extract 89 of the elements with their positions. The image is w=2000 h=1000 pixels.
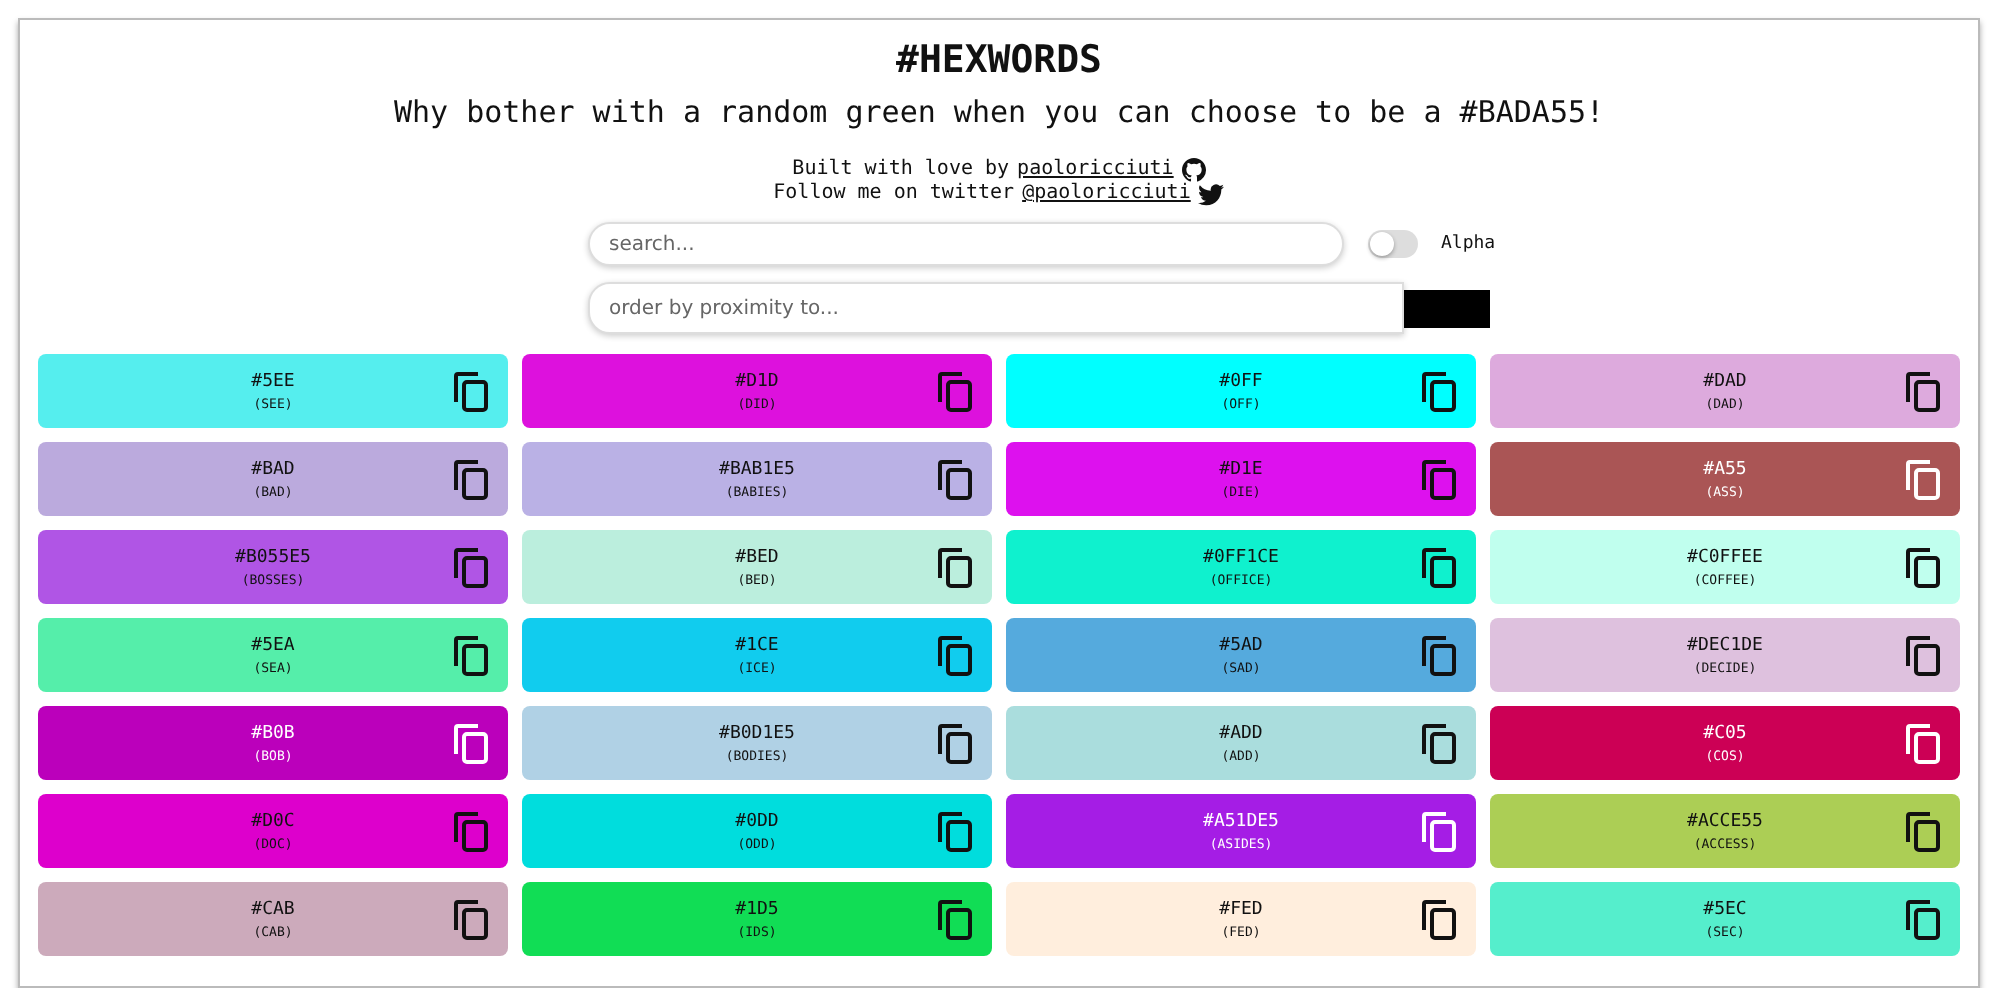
copy-icon xyxy=(938,460,974,500)
copy-icon xyxy=(1422,812,1458,852)
twitter-link[interactable]: @paoloricciuti xyxy=(1022,182,1191,206)
hex-code: #FED xyxy=(1219,897,1263,921)
alpha-toggle[interactable] xyxy=(1367,230,1417,258)
hex-code: #C0FFEE xyxy=(1687,545,1763,569)
copy-button[interactable] xyxy=(938,724,974,764)
bird-icon xyxy=(1198,183,1225,205)
hex-code: #BED xyxy=(735,545,779,569)
copy-icon xyxy=(1906,548,1942,588)
copy-icon xyxy=(938,548,974,588)
copy-icon xyxy=(1422,636,1458,676)
hex-code: #5EE xyxy=(251,369,295,393)
copy-icon xyxy=(1422,900,1458,940)
copy-icon xyxy=(938,372,974,412)
hex-code: #BAD xyxy=(251,457,295,481)
copy-icon xyxy=(938,812,974,852)
copy-icon xyxy=(1422,724,1458,764)
copy-icon xyxy=(1422,460,1458,500)
hex-code: #5EC xyxy=(1703,897,1747,921)
copy-button[interactable] xyxy=(1906,812,1942,852)
copy-button[interactable] xyxy=(1906,372,1942,412)
hex-code: #0DD xyxy=(735,809,779,833)
copy-button[interactable] xyxy=(1906,636,1942,676)
hex-code: #DAD xyxy=(1703,369,1747,393)
copy-button[interactable] xyxy=(938,548,974,588)
hex-code: #A51DE5 xyxy=(1203,809,1279,833)
hex-code: #5AD xyxy=(1219,633,1263,657)
copy-button[interactable] xyxy=(1906,900,1942,940)
github-icon xyxy=(1181,158,1206,182)
copy-button[interactable] xyxy=(454,900,490,940)
search-field[interactable]: search... xyxy=(587,222,1343,266)
copy-icon xyxy=(938,636,974,676)
copy-icon xyxy=(454,372,490,412)
copy-button[interactable] xyxy=(1422,636,1458,676)
hex-code: #A55 xyxy=(1703,457,1747,481)
copy-button[interactable] xyxy=(454,636,490,676)
copy-icon xyxy=(454,724,490,764)
hex-code: #ADD xyxy=(1219,721,1263,745)
copy-icon xyxy=(938,900,974,940)
copy-icon xyxy=(1906,724,1942,764)
copy-button[interactable] xyxy=(938,812,974,852)
copy-button[interactable] xyxy=(938,636,974,676)
tagline: Why bother with a random green when you can choose to be a #BADA55! xyxy=(393,92,1605,132)
hex-code: #CAB xyxy=(251,897,295,921)
copy-button[interactable] xyxy=(1906,548,1942,588)
hex-code: #C05 xyxy=(1703,721,1747,745)
copy-icon xyxy=(454,812,490,852)
follow-text: Follow me on twitter xyxy=(773,182,1015,206)
copy-icon xyxy=(454,548,490,588)
copy-button[interactable] xyxy=(454,372,490,412)
copy-button[interactable] xyxy=(1422,900,1458,940)
copy-button[interactable] xyxy=(454,460,490,500)
hex-code: #1D5 xyxy=(735,897,779,921)
copy-button[interactable] xyxy=(1422,724,1458,764)
copy-icon xyxy=(1906,900,1942,940)
hex-code: #5EA xyxy=(251,633,295,657)
color-picker[interactable] xyxy=(1403,289,1489,327)
copy-icon xyxy=(1906,460,1942,500)
copy-icon xyxy=(454,900,490,940)
hex-code: #B055E5 xyxy=(235,545,311,569)
hex-code: #0FF xyxy=(1219,369,1263,393)
hex-code: #B0D1E5 xyxy=(719,721,795,745)
hex-code: #D1E xyxy=(1219,457,1263,481)
hex-code: #D0C xyxy=(251,809,295,833)
hex-code: #0FF1CE xyxy=(1203,545,1279,569)
alpha-label: Alpha xyxy=(1441,234,1496,254)
page-title: #HEXWORDS xyxy=(896,36,1102,84)
copy-icon xyxy=(1906,636,1942,676)
author-link[interactable]: paoloricciuti xyxy=(1017,158,1174,182)
copy-button[interactable] xyxy=(938,460,974,500)
hex-code: #1CE xyxy=(735,633,779,657)
copy-button[interactable] xyxy=(938,900,974,940)
hex-code: #ACCE55 xyxy=(1687,809,1763,833)
credit-text: Built with love by xyxy=(792,158,1010,182)
hex-code: #DEC1DE xyxy=(1687,633,1763,657)
copy-icon xyxy=(1422,548,1458,588)
copy-icon xyxy=(1906,812,1942,852)
copy-button[interactable] xyxy=(1422,372,1458,412)
copy-icon xyxy=(938,724,974,764)
hex-code: #B0B xyxy=(251,721,295,745)
proximity-field[interactable]: order by proximity to... xyxy=(587,282,1403,334)
copy-icon xyxy=(454,636,490,676)
hex-code: #D1D xyxy=(735,369,779,393)
copy-button[interactable] xyxy=(1422,548,1458,588)
hex-code: #BAB1E5 xyxy=(719,457,795,481)
copy-icon xyxy=(1906,372,1942,412)
copy-icon xyxy=(1422,372,1458,412)
copy-icon xyxy=(454,460,490,500)
